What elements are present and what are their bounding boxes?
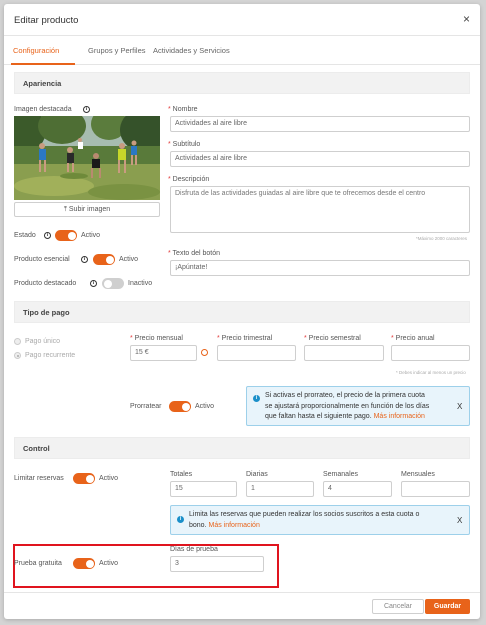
trial-toggle[interactable] xyxy=(73,558,95,569)
subtitle-input[interactable]: Actividades al aire libre xyxy=(170,151,470,167)
button-text-label: * Texto del botón xyxy=(168,250,221,257)
section-title: Control xyxy=(23,444,50,453)
tab-grupos-perfiles[interactable]: Grupos y Perfiles xyxy=(88,46,146,55)
trial-days-input[interactable]: 3 xyxy=(170,556,264,572)
save-button[interactable]: Guardar xyxy=(425,599,470,614)
limit-info-text: Limita las reservas que pueden realizar … xyxy=(189,511,420,529)
totals-input[interactable]: 15 xyxy=(170,481,237,497)
name-label: * Nombre xyxy=(168,106,198,113)
semester-price-label: * Precio semestral xyxy=(304,335,361,342)
pago-unico-label: Pago único xyxy=(25,338,61,345)
annual-price-label: * Precio anual xyxy=(391,335,435,342)
destacado-value: Inactivo xyxy=(128,280,153,287)
info-icon: i xyxy=(177,516,184,523)
more-info-link[interactable]: Más información xyxy=(374,413,425,420)
close-icon[interactable]: X xyxy=(457,402,462,411)
description-hint: *Máximo 2000 caracteres xyxy=(416,236,468,241)
tab-bar: Configuración Grupos y Perfiles Activida… xyxy=(4,37,480,65)
info-icon[interactable]: i xyxy=(90,280,97,287)
quarterly-price-label: * Precio trimestral xyxy=(217,335,273,342)
modal-title: Editar producto xyxy=(14,15,79,26)
button-text-input[interactable]: ¡Apúntate! xyxy=(170,260,470,276)
destacado-toggle[interactable] xyxy=(102,278,124,289)
modal-footer: Cancelar Guardar xyxy=(4,592,480,619)
prorate-info-box: i Si activas el prorrateo, el precio de … xyxy=(246,386,470,426)
more-info-link[interactable]: Más información xyxy=(208,522,259,529)
daily-label: Diarias xyxy=(246,471,268,478)
monthly-price-input[interactable]: 15 € xyxy=(130,345,197,361)
prorate-label: Prorratear xyxy=(130,403,162,410)
modal-header: Editar producto × xyxy=(4,4,480,36)
weekly-input[interactable]: 4 xyxy=(323,481,392,497)
info-icon: i xyxy=(253,395,260,402)
price-hint: * Debes indicar al menos un precio xyxy=(396,370,466,375)
limit-value: Activo xyxy=(99,475,119,482)
section-apariencia: Apariencia xyxy=(14,72,470,94)
section-tipo-de-pago: Tipo de pago xyxy=(14,301,470,323)
estado-value: Activo xyxy=(81,232,101,239)
name-input[interactable]: Actividades al aire libre xyxy=(170,116,470,132)
monthly-input[interactable] xyxy=(401,481,470,497)
prorate-info-text: Si activas el prorrateo, el precio de la… xyxy=(265,392,430,420)
estado-toggle[interactable] xyxy=(55,230,77,241)
tab-configuracion[interactable]: Configuración xyxy=(13,46,59,55)
limit-info-box: i Limita las reservas que pueden realiza… xyxy=(170,505,470,535)
currency-icon xyxy=(201,349,208,356)
trial-label: Prueba gratuita xyxy=(14,560,62,567)
description-label: * Descripción xyxy=(168,176,210,183)
info-icon[interactable]: i xyxy=(83,106,90,113)
outdoor-activity-photo xyxy=(14,116,160,200)
radio-pago-unico[interactable] xyxy=(14,338,21,345)
limit-toggle[interactable] xyxy=(73,473,95,484)
edit-product-modal: Editar producto × Configuración Grupos y… xyxy=(4,4,480,619)
section-title: Tipo de pago xyxy=(23,308,70,317)
upload-label: Subir imagen xyxy=(68,206,111,213)
annual-price-input[interactable] xyxy=(391,345,470,361)
weekly-label: Semanales xyxy=(323,471,359,478)
prorate-value: Activo xyxy=(195,403,215,410)
totals-label: Totales xyxy=(170,471,193,478)
radio-pago-recurrente[interactable] xyxy=(14,352,21,359)
esencial-toggle[interactable] xyxy=(93,254,115,265)
pago-recurrente-label: Pago recurrente xyxy=(25,352,76,359)
tab-actividades-servicios[interactable]: Actividades y Servicios xyxy=(153,46,230,55)
subtitle-label: * Subtítulo xyxy=(168,141,201,148)
active-tab-indicator xyxy=(11,63,75,65)
quarterly-price-input[interactable] xyxy=(217,345,296,361)
esencial-value: Activo xyxy=(119,256,139,263)
featured-image xyxy=(14,116,160,200)
section-title: Apariencia xyxy=(23,79,62,88)
close-icon[interactable]: × xyxy=(463,13,470,25)
trial-value: Activo xyxy=(99,560,119,567)
trial-days-label: Días de prueba xyxy=(170,546,218,553)
estado-label: Estado xyxy=(14,232,36,239)
info-icon[interactable]: i xyxy=(44,232,51,239)
info-icon[interactable]: i xyxy=(81,256,88,263)
close-icon[interactable]: X xyxy=(457,516,462,525)
section-control: Control xyxy=(14,437,470,459)
esencial-label: Producto esencial xyxy=(14,256,70,263)
prorate-toggle[interactable] xyxy=(169,401,191,412)
daily-input[interactable]: 1 xyxy=(246,481,314,497)
limit-label: Limitar reservas xyxy=(14,475,64,482)
cancel-button[interactable]: Cancelar xyxy=(372,599,424,614)
destacado-label: Producto destacado xyxy=(14,280,77,287)
upload-image-button[interactable]: ⤒ Subir imagen xyxy=(14,202,160,217)
semester-price-input[interactable] xyxy=(304,345,384,361)
image-label: Imagen destacada xyxy=(14,106,72,113)
monthly-label: Mensuales xyxy=(401,471,435,478)
monthly-price-label: * Precio mensual xyxy=(130,335,183,342)
description-textarea[interactable]: Disfruta de las actividades guiadas al a… xyxy=(170,186,470,233)
